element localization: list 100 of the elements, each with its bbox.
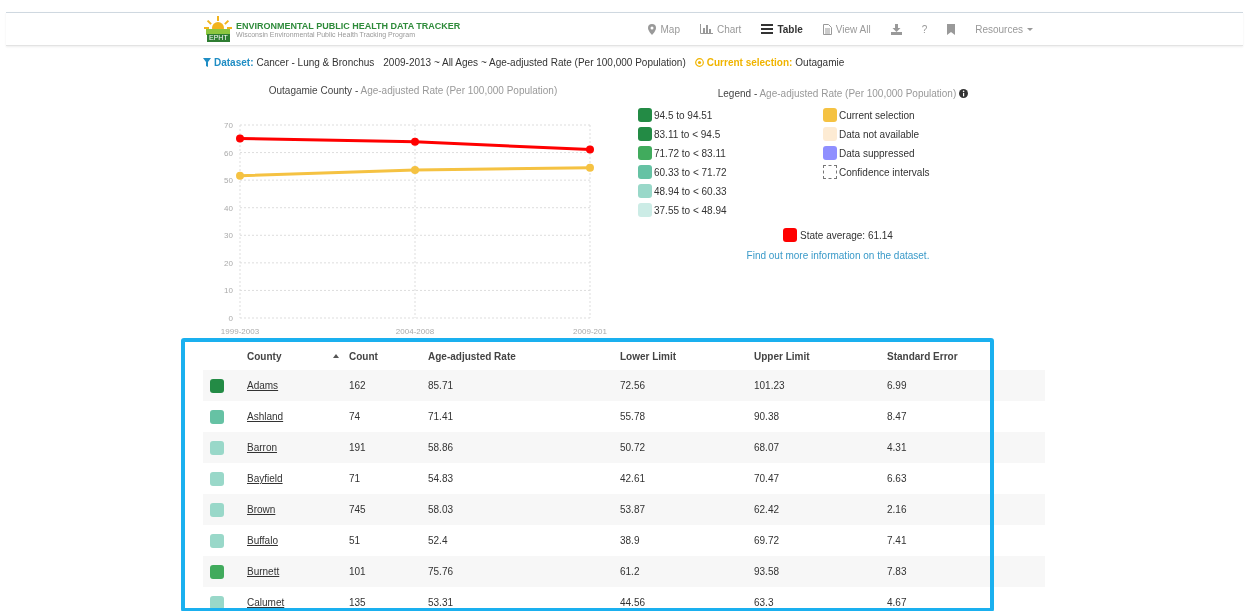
dataset-details: 2009-2013 ~ All Ages ~ Age-adjusted Rate (Per 100,000 Population) [383, 56, 686, 68]
legend-label: Confidence intervals [839, 166, 930, 178]
table-cell-text: 63.3 [754, 597, 775, 608]
table-cell-text: 51 [349, 535, 362, 546]
table-cell-text: 93.58 [754, 566, 781, 577]
column-header[interactable]: County [247, 350, 349, 362]
county-link[interactable]: Buffalo [247, 535, 349, 546]
x-tick-label: 1999-2003 [220, 327, 260, 334]
y-tick-label: 40 [224, 203, 233, 213]
caret-icon [1027, 27, 1033, 31]
table-cell-text: 71.41 [428, 411, 455, 422]
table-cell-text: 101 [349, 566, 367, 577]
y-tick-label: 50 [224, 176, 233, 186]
table-cell-text: 4.31 [887, 442, 908, 453]
table-cell-text: 8.47 [887, 411, 908, 422]
table-cell-text: 53.87 [620, 504, 647, 515]
table-cell-text: 74 [349, 411, 362, 422]
legend-label: 83.11 to < 94.5 [654, 128, 721, 140]
column-header[interactable]: Age-adjusted Rate [428, 350, 620, 362]
dataset-name: Cancer - Lung & Bronchus [256, 56, 375, 68]
county-link[interactable]: Barron [247, 442, 349, 453]
dataset-label: Dataset: [214, 56, 254, 68]
x-tick-label: 2009-201 [573, 327, 607, 334]
point [411, 137, 419, 146]
table-cell-text: 38.9 [620, 535, 641, 546]
table-cell-text: 68.07 [754, 442, 781, 453]
county-link[interactable]: Brown [247, 504, 349, 515]
table-cell-text: 58.86 [428, 442, 455, 453]
sort-icon [333, 353, 339, 358]
table-cell-text: 162 [349, 380, 367, 391]
table-cell-text: 6.63 [887, 473, 908, 484]
table-cell-text: 44.56 [620, 597, 647, 608]
column-header[interactable]: Upper Limit [754, 350, 887, 362]
table-cell-text: 75.76 [428, 566, 455, 577]
legend-title: Legend - Age-adjusted Rate (Per 100,000 Population) [717, 87, 957, 99]
legend-label: Data suppressed [839, 147, 915, 159]
y-tick-label: 20 [224, 258, 233, 268]
column-header[interactable]: Standard Error [887, 350, 1045, 362]
table-cell-text: 101.23 [754, 380, 786, 391]
map-pin-icon [648, 23, 657, 35]
table-cell-text: 70.47 [754, 473, 781, 484]
table-cell-text: 6.99 [887, 380, 908, 391]
table-cell-text: 42.61 [620, 473, 647, 484]
county-link[interactable]: Bayfield [247, 473, 349, 484]
legend-label: 48.94 to < 60.33 [654, 185, 727, 197]
county-link[interactable]: Burnett [247, 566, 349, 577]
legend-label: 60.33 to < 71.72 [654, 166, 727, 178]
legend-label: State average: 61.14 [800, 229, 893, 241]
nav-link[interactable]: Table [751, 20, 813, 38]
download-icon [890, 23, 902, 35]
site-title: ENVIRONMENTAL PUBLIC HEALTH DATA TRACKER [236, 20, 461, 31]
legend-label: Current selection [839, 109, 915, 121]
bar-chart-icon [699, 24, 713, 34]
selection-value: Outagamie [795, 56, 845, 68]
legend-label: 94.5 to 94.51 [654, 109, 713, 121]
point [411, 165, 419, 174]
table-cell-text: 7.41 [887, 535, 908, 546]
table-cell-text: 135 [349, 597, 367, 608]
table-cell-text: 7.83 [887, 566, 908, 577]
point [586, 163, 594, 172]
info-icon [959, 88, 969, 98]
point [586, 145, 594, 154]
table-cell-text: 52.4 [428, 535, 449, 546]
document-icon [822, 23, 832, 35]
table-cell-text: 69.72 [754, 535, 781, 546]
column-header[interactable]: Lower Limit [620, 350, 754, 362]
column-header[interactable]: Count [349, 350, 428, 362]
target-icon [694, 57, 704, 67]
table-cell-text: 54.83 [428, 473, 455, 484]
table-cell-text: 62.42 [754, 504, 781, 515]
y-tick-label: 0 [228, 314, 233, 323]
table-cell-text: 745 [349, 504, 367, 515]
bookmark-icon [947, 23, 956, 35]
y-tick-label: 70 [224, 121, 233, 130]
table-cell-text: 71 [349, 473, 362, 484]
y-tick-label: 60 [224, 148, 233, 158]
filter-icon [203, 57, 211, 67]
table-cell-text: 58.03 [428, 504, 455, 515]
legend-label: 37.55 to < 48.94 [654, 204, 727, 216]
table-cell-text: 55.78 [620, 411, 647, 422]
table-cell-text: 4.67 [887, 597, 908, 608]
point [236, 171, 244, 180]
county-link[interactable]: Adams [247, 380, 349, 391]
legend-label: 71.72 to < 83.11 [654, 147, 726, 159]
table-cell-text: 191 [349, 442, 367, 453]
table-cell-text: 2.16 [887, 504, 908, 515]
table-cell-text: 90.38 [754, 411, 781, 422]
table-cell-text: 50.72 [620, 442, 647, 453]
county-link[interactable]: Ashland [247, 411, 349, 422]
selection-label: Current selection: [706, 56, 793, 68]
chart-title: Outagamie County - Age-adjusted Rate (Per 100,000 Population) [267, 85, 559, 98]
table-cell-text: 72.56 [620, 380, 647, 391]
x-tick-label: 2004-2008 [395, 327, 435, 334]
point [236, 134, 244, 143]
legend-label: Data not available [839, 128, 920, 140]
list-icon [761, 24, 774, 34]
y-tick-label: 10 [224, 286, 233, 296]
county-link[interactable]: Calumet [247, 597, 349, 608]
y-tick-label: 30 [224, 231, 233, 241]
table-cell-text: 61.2 [620, 566, 641, 577]
